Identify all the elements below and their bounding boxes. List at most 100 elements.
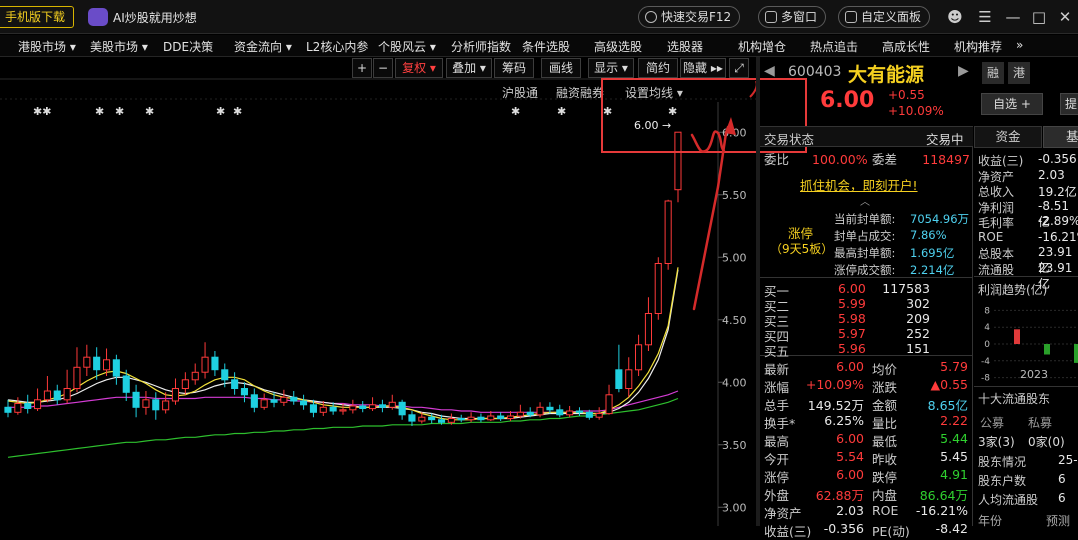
profit-bar (1014, 329, 1020, 344)
sh-value: 6 (1058, 472, 1066, 486)
custom-panel-button[interactable]: 自定义面板 (838, 6, 931, 28)
rong-badge[interactable]: 融 (982, 62, 1004, 84)
custom-panel-label: 自定义面板 (861, 10, 922, 24)
menu-item-hotspot[interactable]: 热点追击 (810, 38, 858, 55)
ob-volume: 117583 (882, 281, 930, 296)
user-icon[interactable]: ☻ (946, 8, 964, 26)
rongzi-label[interactable]: 融资融券 (556, 84, 604, 101)
stat-label: 昨收 (872, 452, 898, 467)
prev-stock-arrow[interactable]: ◀ (764, 63, 775, 79)
menu-item-fund-flow[interactable]: 资金流向 ▾ (234, 38, 292, 55)
current-price: 6.00 (820, 88, 875, 113)
limit-up-label: 当前封单额: (834, 212, 896, 226)
stat-value: 5.79 (940, 359, 968, 374)
add-watchlist-label: 自选 + (993, 97, 1031, 111)
stock-code: 600403 (788, 64, 842, 80)
hugutong-label[interactable]: 沪股通 (502, 84, 538, 101)
fuquan-label: 复权 (402, 61, 427, 75)
profit-y-tick: -8 (981, 374, 990, 384)
candle (457, 418, 465, 421)
menu-item-analyst[interactable]: 分析师指数 (451, 38, 511, 55)
menu-item-advanced[interactable]: 高级选股 (594, 38, 642, 55)
close-icon[interactable]: ✕ (1056, 8, 1074, 26)
candle (231, 379, 239, 389)
ai-stock-link[interactable]: AI炒股就用炒想 (113, 9, 197, 26)
menu-item-condition[interactable]: 条件选股 (522, 38, 570, 55)
limit-up-value: 7054.96万 (910, 212, 970, 226)
candle (526, 411, 534, 416)
huaxian-button[interactable]: 画线 (541, 58, 581, 78)
jianyue-button[interactable]: 简约 (638, 58, 678, 78)
yincang-button[interactable]: 隐藏 ▸▸ (680, 58, 726, 78)
menu-more[interactable]: » (1016, 38, 1023, 52)
candle (329, 406, 337, 412)
zoom-out-button[interactable]: − (373, 58, 393, 78)
candle (152, 399, 160, 411)
expand-button[interactable]: ⤢ (729, 58, 749, 78)
menu-item-dde[interactable]: DDE决策 (163, 38, 213, 55)
candle (260, 399, 268, 408)
kline-chart-area[interactable]: 6.005.505.004.504.003.503.00 ✱✱ ✱ ✱ ✱ ✱ … (0, 57, 807, 526)
ma-yellow-line (7, 267, 679, 421)
candle (211, 356, 219, 371)
zoom-in-button[interactable]: + (352, 58, 372, 78)
y-tick-label: 4.00 (722, 376, 747, 389)
gang-badge[interactable]: 港 (1008, 62, 1030, 84)
chouma-button[interactable]: 筹码 (494, 58, 534, 78)
fuquan-dropdown[interactable]: 复权 ▾ (395, 58, 443, 78)
mobile-download-button[interactable]: 手机版下载 (0, 6, 74, 28)
stat-value: 2.22 (940, 413, 968, 428)
promo-link[interactable]: 抓住机会，即刻开户! (800, 175, 918, 194)
stat-label: 收益(三) (764, 524, 812, 539)
trade-icon (645, 11, 657, 23)
shareholders-title[interactable]: 十大流通股东 (978, 390, 1050, 407)
simu-tab[interactable]: 私募 (1028, 414, 1052, 431)
tab-zijin[interactable]: 资金 (974, 126, 1042, 148)
minimize-icon[interactable]: — (1004, 8, 1022, 26)
menu-item-us[interactable]: 美股市场 ▾ (90, 38, 148, 55)
ai-robot-icon[interactable] (88, 8, 108, 26)
candle (132, 391, 140, 408)
gongmu-tab[interactable]: 公募 (980, 414, 1004, 431)
window-icon (765, 11, 777, 23)
menu-item-selector[interactable]: 选股器 (667, 38, 703, 55)
tisi-button[interactable]: 提 (1060, 93, 1078, 115)
menu-item-inst-rec[interactable]: 机构推荐 (954, 38, 1002, 55)
collapse-chevron-icon[interactable]: ︿ (860, 193, 870, 208)
add-watchlist-button[interactable]: 自选 + (981, 93, 1043, 115)
menu-item-inst-add[interactable]: 机构增仓 (738, 38, 786, 55)
stat-value: 6.25% (824, 413, 864, 428)
candle (625, 369, 633, 389)
menu-item-growth[interactable]: 高成长性 (882, 38, 930, 55)
trade-status-tab[interactable]: 交易状态 交易中 (760, 127, 973, 147)
stat-label: PE(动) (872, 524, 910, 539)
fin-label: ROE (978, 229, 1004, 244)
stat-value: ▲0.55 (930, 377, 968, 392)
menu-item-hk[interactable]: 港股市场 ▾ (18, 38, 76, 55)
tab-ji[interactable]: 基 (1043, 126, 1078, 148)
xianshi-dropdown[interactable]: 显示 ▾ (588, 58, 634, 78)
menu-item-l2[interactable]: L2核心内参 (306, 38, 368, 55)
candle (290, 396, 298, 402)
diejia-dropdown[interactable]: 叠加 ▾ (446, 58, 492, 78)
weibi-value: 100.00% (812, 152, 868, 167)
candle (605, 394, 613, 415)
stat-value: 86.64万 (919, 488, 968, 503)
menu-icon[interactable]: ☰ (976, 8, 994, 26)
candle (644, 313, 653, 346)
ob-price: 5.98 (838, 311, 866, 326)
candle (24, 403, 32, 409)
maximize-icon[interactable]: □ (1030, 8, 1048, 26)
fin-value: 23.91亿 (1038, 260, 1073, 291)
sh-value: 6 (1058, 491, 1066, 505)
top-bar: 手机版下载 AI炒股就用炒想 快速交易F12 多窗口 自定义面板 ☻ ☰ — □… (0, 0, 1078, 34)
quick-trade-button[interactable]: 快速交易F12 (638, 6, 741, 28)
next-stock-arrow[interactable]: ▶ (958, 63, 969, 79)
candle (142, 399, 150, 408)
candle (93, 356, 101, 371)
stat-label: 最高 (764, 434, 790, 449)
multi-window-button[interactable]: 多窗口 (758, 6, 827, 28)
profit-year: 2023 (1020, 368, 1048, 381)
menu-item-stock-news[interactable]: 个股风云 ▾ (378, 38, 436, 55)
menu-label: L2核心内参 (306, 40, 369, 54)
